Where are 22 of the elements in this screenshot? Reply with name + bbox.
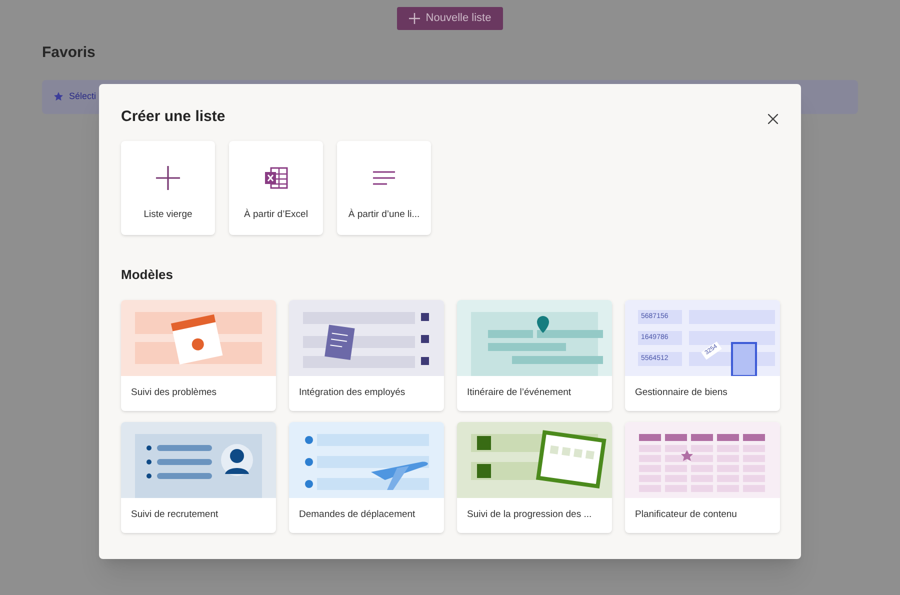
- star-icon: [54, 92, 63, 101]
- template-card[interactable]: Itinéraire de l’événement: [457, 300, 612, 410]
- template-card[interactable]: Planificateur de contenu: [625, 422, 780, 532]
- banner-text: Sélecti: [69, 90, 96, 103]
- template-card[interactable]: Intégration des employés: [289, 300, 444, 410]
- lines-icon: [372, 170, 396, 186]
- spreadsheet-icon: [264, 167, 288, 189]
- template-card[interactable]: Suivi de recrutement: [121, 422, 276, 532]
- close-icon: [768, 114, 778, 124]
- create-option-card[interactable]: Liste vierge: [121, 141, 215, 235]
- template-card[interactable]: Demandes de déplacement: [289, 422, 444, 532]
- favorites-heading: Favoris: [42, 43, 96, 63]
- template-card[interactable]: Suivi de la progression des ...: [457, 422, 612, 532]
- create-option-card[interactable]: À partir d’Excel: [229, 141, 323, 235]
- dialog-title: Créer une liste: [121, 106, 226, 127]
- template-card[interactable]: Suivi des problèmes: [121, 300, 276, 410]
- create-option-card[interactable]: À partir d’une li...: [337, 141, 431, 235]
- plus-icon: [408, 13, 420, 24]
- phone-icon: [731, 342, 757, 376]
- plus-icon: [155, 165, 181, 191]
- templates-heading: Modèles: [121, 266, 174, 284]
- new-list-button[interactable]: Nouvelle liste: [396, 7, 504, 30]
